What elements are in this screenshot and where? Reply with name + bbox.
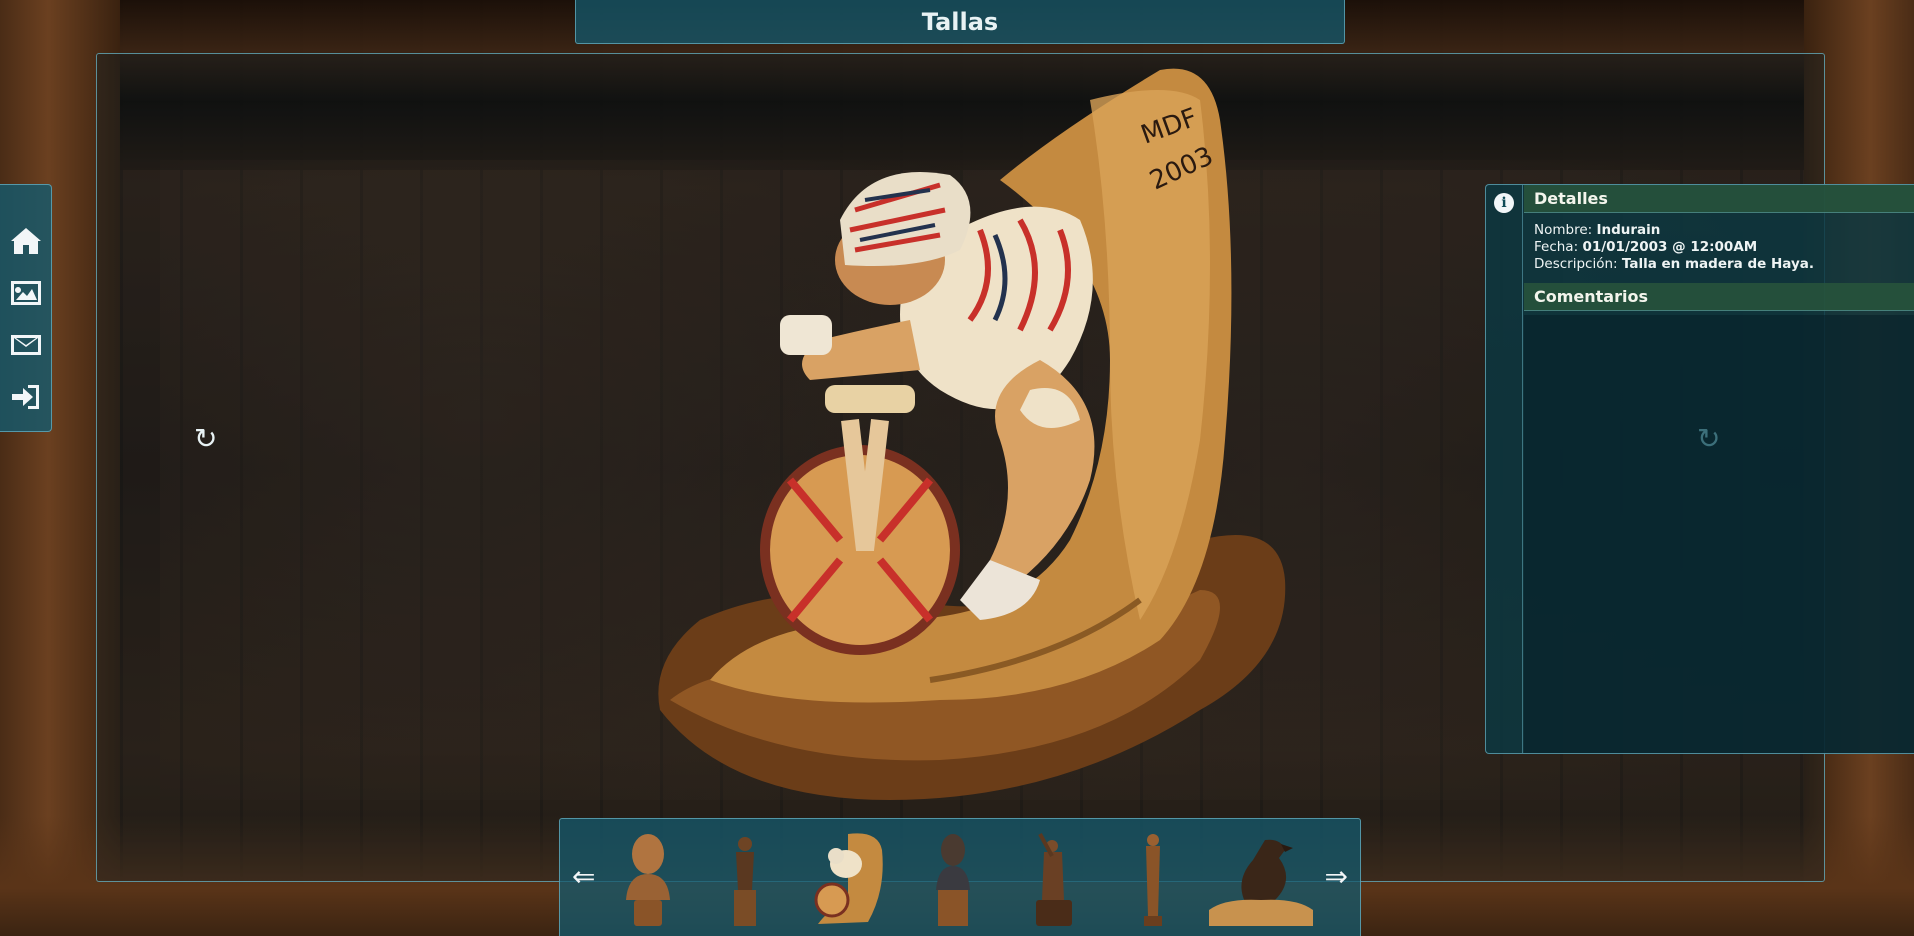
gallery-button[interactable] [0, 267, 52, 319]
date-value: 01/01/2003 @ 12:00AM [1582, 239, 1758, 255]
home-icon [11, 228, 41, 254]
home-button[interactable] [0, 215, 52, 267]
details-panel: i Detalles Nombre: Indurain Fecha: 01/01… [1485, 184, 1914, 754]
main-image: MDF 2003 [658, 68, 1286, 800]
login-button[interactable] [0, 371, 52, 423]
description-row: Descripción: Talla en madera de Haya. [1524, 256, 1914, 273]
comments-loading-spinner-icon: ↻ [1697, 422, 1721, 455]
thumbnail-eagle[interactable] [1205, 830, 1317, 928]
loading-spinner-icon: ↻ [194, 422, 218, 455]
info-icon[interactable]: i [1494, 193, 1514, 213]
details-heading: Detalles [1524, 185, 1914, 213]
date-row: Fecha: 01/01/2003 @ 12:00AM [1524, 239, 1914, 256]
thumbnail-strip: ⇐ ⇒ [559, 818, 1361, 936]
comments-area[interactable] [1524, 315, 1914, 753]
info-column: i [1486, 185, 1523, 753]
previous-arrow-icon[interactable]: ⇐ [572, 863, 595, 891]
thumbnail-bust-pedestal[interactable] [932, 830, 974, 928]
page-title: Tallas [921, 7, 999, 36]
sign-in-icon [12, 385, 39, 409]
thumbnail-bust[interactable] [620, 830, 676, 928]
envelope-icon [11, 335, 41, 355]
details-fields: Nombre: Indurain Fecha: 01/01/2003 @ 12:… [1524, 213, 1914, 283]
thumbnail-standing-man[interactable] [728, 830, 762, 928]
thumbnail-slim-figure[interactable] [1138, 830, 1168, 928]
name-row: Nombre: Indurain [1524, 222, 1914, 239]
description-value: Talla en madera de Haya. [1621, 256, 1814, 272]
date-label: Fecha: [1534, 239, 1579, 255]
title-bar: Tallas [575, 0, 1345, 44]
side-navigation [0, 184, 52, 432]
thumbnail-musician[interactable] [1032, 830, 1076, 928]
name-label: Nombre: [1534, 222, 1593, 238]
name-value: Indurain [1596, 222, 1661, 238]
comments-heading: Comentarios [1524, 283, 1914, 311]
next-arrow-icon[interactable]: ⇒ [1325, 863, 1348, 891]
thumbnail-cyclist[interactable] [808, 830, 888, 928]
contact-button[interactable] [0, 319, 52, 371]
image-icon [11, 281, 41, 305]
description-label: Descripción: [1534, 256, 1618, 272]
details-content: Detalles Nombre: Indurain Fecha: 01/01/2… [1524, 185, 1914, 753]
